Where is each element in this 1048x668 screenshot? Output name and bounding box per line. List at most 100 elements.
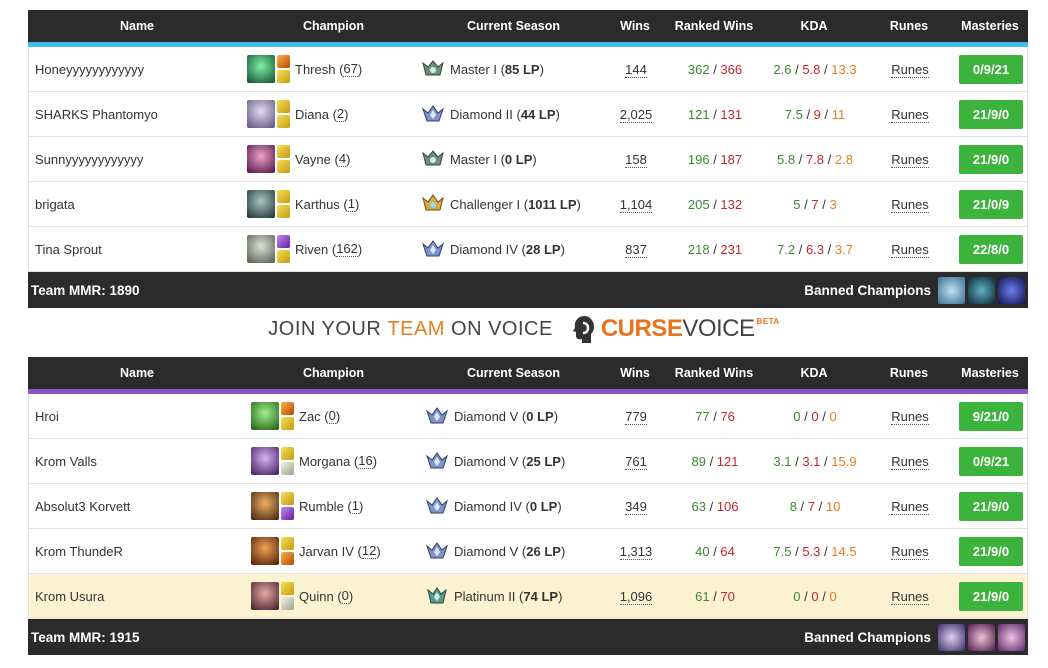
banned-champion-icon[interactable]: [938, 276, 965, 304]
masteries-button[interactable]: 22/8/0: [959, 234, 1023, 264]
banned-champion-icon[interactable]: [938, 623, 965, 651]
curse-voice-logo[interactable]: CURSE VOICE BETA: [571, 314, 780, 344]
masteries-button[interactable]: 9/21/0: [959, 401, 1023, 431]
rank-name: Diamond IV: [454, 498, 522, 514]
champion-name: Jarvan IV: [299, 543, 354, 559]
champion-cell: Vayne (4): [247, 145, 422, 173]
runes-link[interactable]: Runes: [891, 106, 929, 123]
kda-assists: 3: [829, 196, 837, 212]
season-cell: Challenger I (1011 LP): [422, 194, 607, 214]
player-name[interactable]: Sunnyyyyyyyyyyyy: [29, 152, 247, 167]
curse-voice-banner[interactable]: JOIN YOUR TEAM ON VOICE CURSE VOICE BETA: [0, 314, 1048, 344]
masteries-button[interactable]: 0/9/21: [959, 446, 1023, 476]
banned-champion-icon[interactable]: [968, 623, 995, 651]
runes-link[interactable]: Runes: [891, 453, 929, 470]
champion-portrait-icon[interactable]: [247, 55, 275, 83]
champion-games[interactable]: 16: [358, 453, 373, 469]
diamond-rank-icon: [426, 542, 448, 559]
champion-cell: Morgana (16): [247, 447, 422, 475]
rank-name: Diamond V: [454, 543, 519, 559]
kda-kills: 3.1: [773, 453, 792, 469]
champion-games[interactable]: 67: [343, 61, 358, 77]
table-row: brigata Karthus (1) Challenger I (1011 L…: [28, 182, 1028, 227]
wins-value[interactable]: 779: [625, 408, 647, 425]
runes-link[interactable]: Runes: [891, 61, 929, 78]
wins-value[interactable]: 158: [625, 151, 647, 168]
header-season: Current Season: [466, 19, 561, 33]
champion-portrait-icon[interactable]: [251, 537, 279, 565]
banned-champion-icon[interactable]: [968, 276, 995, 304]
masteries-button[interactable]: 21/9/0: [959, 581, 1023, 611]
champion-portrait-icon[interactable]: [251, 582, 279, 610]
wins-value[interactable]: 761: [625, 453, 647, 470]
wins-value[interactable]: 2,025: [619, 106, 653, 123]
wins-value[interactable]: 1,096: [619, 588, 653, 605]
masteries-button[interactable]: 21/9/0: [959, 536, 1023, 566]
kda-assists: 13.3: [831, 61, 857, 77]
wins-value[interactable]: 144: [625, 61, 647, 78]
champion-games[interactable]: 1: [347, 196, 355, 212]
master-rank-icon: [422, 150, 444, 166]
runes-link[interactable]: Runes: [891, 543, 929, 560]
team-1-table: Name Champion Current Season Wins Ranked…: [28, 10, 1028, 308]
header-name: Name: [119, 366, 155, 380]
champion-portrait-icon[interactable]: [251, 402, 279, 430]
champion-games[interactable]: 162: [336, 241, 358, 257]
banned-champion-icon[interactable]: [998, 276, 1025, 304]
masteries-button[interactable]: 21/9/0: [959, 491, 1023, 521]
champion-portrait-icon[interactable]: [251, 492, 279, 520]
champion-games[interactable]: 4: [338, 151, 347, 167]
champion-name: Zac: [299, 408, 321, 424]
champion-games[interactable]: 0: [328, 408, 336, 424]
runes-link[interactable]: Runes: [891, 196, 929, 213]
table-row: Tina Sprout Riven (162) Diamond IV (28 L…: [28, 227, 1028, 272]
wins-value[interactable]: 1,313: [619, 543, 653, 560]
kda-kills: 5.8: [777, 151, 796, 167]
team-footer: Team MMR: 1915 Banned Champions: [28, 619, 1028, 655]
table-row-highlighted: Krom Usura Quinn (0) Platinum II (74 LP)…: [28, 574, 1028, 619]
masteries-button[interactable]: 21/0/9: [959, 189, 1023, 219]
wins-value[interactable]: 837: [625, 241, 647, 258]
champion-games[interactable]: 12: [361, 543, 377, 559]
runes-link[interactable]: Runes: [891, 588, 929, 605]
wins-value[interactable]: 1,104: [619, 196, 653, 213]
player-name[interactable]: Krom Valls: [29, 454, 247, 469]
table-row: SHARKS Phantomyo Diana (2) Diamond II (4…: [28, 92, 1028, 137]
kda-assists: 15.9: [831, 453, 857, 469]
ranked-losses: 132: [720, 196, 743, 212]
champion-portrait-icon[interactable]: [247, 145, 275, 173]
champion-portrait-icon[interactable]: [247, 235, 275, 263]
player-name[interactable]: Hroi: [29, 409, 247, 424]
challenger-rank-icon: [422, 194, 444, 211]
champion-games[interactable]: 0: [341, 588, 349, 604]
champion-portrait-icon[interactable]: [247, 190, 275, 218]
runes-link[interactable]: Runes: [891, 498, 929, 515]
runes-link[interactable]: Runes: [891, 151, 929, 168]
banned-champions-label: Banned Champions: [804, 629, 931, 645]
champion-games[interactable]: 2: [336, 106, 345, 122]
player-name[interactable]: Tina Sprout: [29, 242, 247, 257]
player-name[interactable]: brigata: [29, 197, 247, 212]
wins-value[interactable]: 349: [625, 498, 647, 515]
banned-champions: Banned Champions: [804, 623, 1025, 651]
masteries-button[interactable]: 21/9/0: [959, 144, 1023, 174]
champion-portrait-icon[interactable]: [247, 100, 275, 128]
summoner-spell-icon: [277, 55, 290, 68]
player-name[interactable]: Krom Usura: [29, 589, 247, 604]
banned-champion-icon[interactable]: [998, 623, 1025, 651]
table-row: Krom ThundeR Jarvan IV (12) Diamond V (2…: [28, 529, 1028, 574]
runes-link[interactable]: Runes: [891, 241, 929, 258]
masteries-button[interactable]: 0/9/21: [959, 54, 1023, 84]
player-name[interactable]: Absolut3 Korvett: [29, 499, 247, 514]
champion-games[interactable]: 1: [351, 498, 359, 514]
runes-link[interactable]: Runes: [891, 408, 929, 425]
header-champion: Champion: [302, 19, 365, 33]
kda-deaths: 9: [813, 106, 821, 122]
lp-value: 85 LP: [504, 61, 540, 77]
player-name[interactable]: SHARKS Phantomyo: [29, 107, 247, 122]
player-name[interactable]: Krom ThundeR: [29, 544, 247, 559]
team-mmr: Team MMR: 1915: [31, 629, 140, 645]
champion-portrait-icon[interactable]: [251, 447, 279, 475]
masteries-button[interactable]: 21/9/0: [959, 99, 1023, 129]
player-name[interactable]: Honeyyyyyyyyyyyy: [29, 62, 247, 77]
